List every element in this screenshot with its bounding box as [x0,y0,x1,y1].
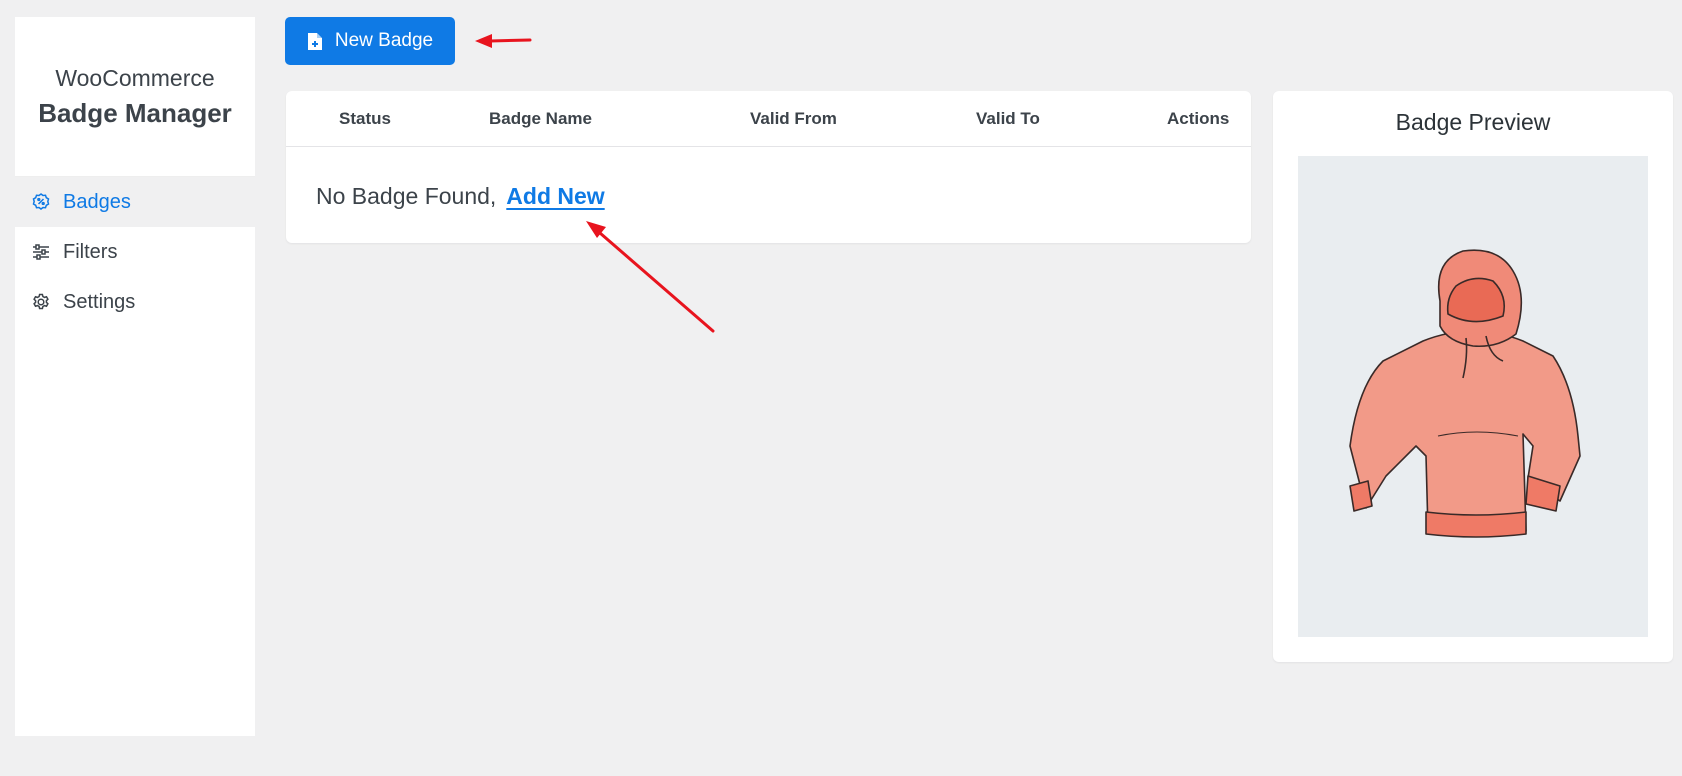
sidebar-item-label: Filters [63,240,118,263]
hoodie-product-image [1298,156,1648,637]
badge-preview-panel: Badge Preview [1273,91,1673,662]
column-header-badge-name: Badge Name [489,109,592,128]
brand-subtitle: WooCommerce [55,64,215,91]
sidebar-item-label: Badges [63,190,131,213]
new-badge-button[interactable]: New Badge [285,17,455,65]
badge-percent-icon [31,192,51,212]
badge-table: Status Badge Name Valid From Valid To Ac… [286,91,1251,243]
table-header: Status Badge Name Valid From Valid To Ac… [286,91,1251,147]
brand-logo: WooCommerce Badge Manager [15,17,255,177]
empty-state-text: No Badge Found, [316,183,497,209]
empty-state: No Badge Found, Add New [316,183,605,210]
add-new-link[interactable]: Add New [506,183,604,210]
sidebar-item-label: Settings [63,290,136,313]
sidebar-item-badges[interactable]: Badges [15,177,255,227]
column-header-valid-from: Valid From [750,109,837,128]
column-header-valid-to: Valid To [976,109,1040,128]
sliders-icon [31,242,51,262]
file-plus-icon [307,32,323,51]
preview-title: Badge Preview [1395,109,1551,135]
brand-title: Badge Manager [38,97,232,128]
sidebar-nav: Badges Filters Settings [15,177,255,327]
gear-icon [31,292,51,312]
sidebar: WooCommerce Badge Manager Badges Filters… [15,17,255,736]
new-badge-label: New Badge [334,30,434,51]
column-header-actions: Actions [1167,109,1230,128]
sidebar-item-settings[interactable]: Settings [15,277,255,327]
annotation-arrow-new-badge [475,34,532,48]
column-header-status: Status [339,109,391,128]
sidebar-item-filters[interactable]: Filters [15,227,255,277]
